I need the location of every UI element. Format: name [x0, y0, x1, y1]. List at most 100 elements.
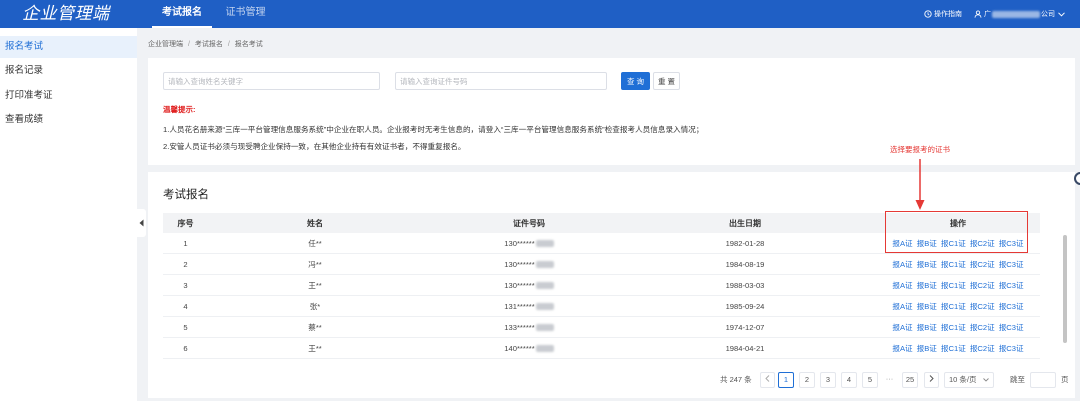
id-redaction-mask — [535, 239, 554, 247]
app-logo: 企业管理端 — [22, 4, 110, 24]
apply-cert-c2-link[interactable]: 报C2证 — [970, 322, 995, 333]
apply-cert-c3-link[interactable]: 报C3证 — [999, 301, 1024, 312]
apply-cert-a-link[interactable]: 报A证 — [892, 343, 912, 354]
apply-cert-c2-link[interactable]: 报C2证 — [970, 238, 995, 249]
apply-cert-c3-link[interactable]: 报C3证 — [999, 280, 1024, 291]
id-redaction-mask — [535, 281, 554, 289]
breadcrumb-item-exam-registration[interactable]: 考试报名 — [195, 41, 223, 48]
row-name-cell: 冯** — [265, 254, 365, 274]
apply-cert-c1-link[interactable]: 报C1证 — [941, 280, 966, 291]
row-birth-date-cell: 1982-01-28 — [695, 233, 795, 253]
row-name-cell: 张* — [265, 296, 365, 316]
id-number-search-input[interactable] — [395, 72, 607, 90]
table-header: 序号 姓名 证件号码 出生日期 操作 — [163, 213, 1040, 233]
sidebar-item-registration-records[interactable]: 报名记录 — [0, 60, 137, 82]
row-index-cell: 4 — [163, 296, 208, 316]
row-birth-date-cell: 1974-12-07 — [695, 317, 795, 337]
sidebar-collapse-button[interactable] — [137, 209, 146, 237]
apply-cert-c3-link[interactable]: 报C3证 — [999, 322, 1024, 333]
apply-cert-c1-link[interactable]: 报C1证 — [941, 238, 966, 249]
table-scrollbar[interactable] — [1063, 235, 1067, 343]
row-index: 5 — [183, 322, 188, 332]
pagination-page-3[interactable]: 3 — [820, 372, 836, 388]
pagination-page-5[interactable]: 5 — [862, 372, 878, 388]
apply-cert-a-link[interactable]: 报A证 — [892, 301, 912, 312]
nav-tab-certificate-management[interactable]: 证书管理 — [220, 0, 271, 28]
pagination-page-1[interactable]: 1 — [778, 372, 794, 388]
apply-cert-c1-link[interactable]: 报C1证 — [941, 301, 966, 312]
chevron-right-icon — [929, 373, 934, 387]
page-size-select[interactable]: 10 条/页 — [944, 372, 994, 388]
floating-side-button[interactable] — [1074, 172, 1080, 185]
apply-cert-c2-link[interactable]: 报C2证 — [970, 301, 995, 312]
apply-cert-c3-link[interactable]: 报C3证 — [999, 343, 1024, 354]
chevron-down-icon — [1058, 11, 1065, 17]
page-jump-input[interactable] — [1030, 372, 1056, 388]
guide-link[interactable]: 操作指南 — [924, 0, 962, 28]
apply-cert-c1-link[interactable]: 报C1证 — [941, 322, 966, 333]
guide-label: 操作指南 — [934, 11, 962, 18]
row-index-cell: 1 — [163, 233, 208, 253]
apply-cert-a-link[interactable]: 报A证 — [892, 259, 912, 270]
pagination-page-2[interactable]: 2 — [799, 372, 815, 388]
apply-cert-c1-link[interactable]: 报C1证 — [941, 259, 966, 270]
nav-tab-exam-registration[interactable]: 考试报名 — [152, 0, 212, 28]
row-id-number-cell: 131****** — [469, 296, 589, 316]
apply-cert-b-link[interactable]: 报B证 — [917, 280, 937, 291]
row-name-cell: 王** — [265, 275, 365, 295]
user-menu[interactable]: 广 公司 — [974, 0, 1065, 28]
apply-cert-b-link[interactable]: 报B证 — [917, 259, 937, 270]
row-actions: 报A证 报B证 报C1证 报C2证 报C3证 — [883, 275, 1033, 295]
breadcrumb: 企业管理端 / 考试报名 / 报名考试 — [148, 38, 263, 52]
sidebar-item-print-admission-ticket[interactable]: 打印准考证 — [0, 85, 137, 107]
row-actions: 报A证 报B证 报C1证 报C2证 报C3证 — [883, 254, 1033, 274]
row-index-cell: 5 — [163, 317, 208, 337]
apply-cert-a-link[interactable]: 报A证 — [892, 280, 912, 291]
user-name-end: 公司 — [1041, 11, 1055, 18]
sidebar-item-view-scores[interactable]: 查看成绩 — [0, 109, 137, 131]
table-row: 3 王** 130****** 1988-03-03 报A证 报B证 报C1证 报C2证 报C3… — [163, 275, 1040, 296]
row-name: 任** — [308, 238, 322, 248]
row-birth-date-cell: 1984-08-19 — [695, 254, 795, 274]
row-id-number-cell: 133****** — [469, 317, 589, 337]
row-index: 6 — [183, 343, 188, 353]
row-birth-date: 1974-12-07 — [725, 322, 765, 332]
row-birth-date: 1984-04-21 — [725, 343, 765, 353]
pagination-prev-button[interactable] — [760, 372, 775, 388]
user-name-start: 广 — [984, 11, 991, 18]
row-index-cell: 2 — [163, 254, 208, 274]
apply-cert-b-link[interactable]: 报B证 — [917, 322, 937, 333]
sidebar-item-exam-registration[interactable]: 报名考试 — [0, 36, 137, 58]
column-header-id-number: 证件号码 — [513, 218, 545, 228]
apply-cert-c2-link[interactable]: 报C2证 — [970, 343, 995, 354]
apply-cert-a-link[interactable]: 报A证 — [892, 238, 912, 249]
apply-cert-b-link[interactable]: 报B证 — [917, 301, 937, 312]
breadcrumb-item-home[interactable]: 企业管理端 — [148, 41, 183, 48]
apply-cert-b-link[interactable]: 报B证 — [917, 238, 937, 249]
apply-cert-c1-link[interactable]: 报C1证 — [941, 343, 966, 354]
reset-button[interactable]: 重置 — [653, 72, 680, 90]
apply-cert-c3-link[interactable]: 报C3证 — [999, 259, 1024, 270]
pagination-ellipsis[interactable]: ··· — [882, 372, 897, 388]
row-actions: 报A证 报B证 报C1证 报C2证 报C3证 — [883, 296, 1033, 316]
apply-cert-c2-link[interactable]: 报C2证 — [970, 280, 995, 291]
query-button[interactable]: 查询 — [621, 72, 650, 90]
apply-cert-a-link[interactable]: 报A证 — [892, 322, 912, 333]
breadcrumb-separator: / — [187, 41, 190, 48]
row-actions: 报A证 报B证 报C1证 报C2证 报C3证 — [883, 317, 1033, 337]
annotation-arrow — [915, 159, 925, 210]
name-search-input[interactable] — [163, 72, 380, 90]
apply-cert-b-link[interactable]: 报B证 — [917, 343, 937, 354]
pagination-page-4[interactable]: 4 — [841, 372, 857, 388]
notice-line: 2.安管人员证书必须与现受聘企业保持一致，在其他企业持有有效证书者，不得重复报名… — [163, 142, 466, 151]
table-row: 6 王** 140****** 1984-04-21 报A证 报B证 报C1证 报C2证 报C3… — [163, 338, 1040, 359]
row-index: 1 — [183, 238, 188, 248]
pagination-page-last[interactable]: 25 — [902, 372, 918, 388]
candidate-table: 序号 姓名 证件号码 出生日期 操作 1 任** 130****** 1982-01-… — [163, 213, 1040, 359]
pagination-next-button[interactable] — [924, 372, 939, 388]
apply-cert-c2-link[interactable]: 报C2证 — [970, 259, 995, 270]
column-header-index: 序号 — [177, 218, 194, 228]
table-row: 1 任** 130****** 1982-01-28 报A证 报B证 报C1证 报C2证 报C3… — [163, 233, 1040, 254]
apply-cert-c3-link[interactable]: 报C3证 — [999, 238, 1024, 249]
chevron-left-icon — [765, 373, 770, 387]
